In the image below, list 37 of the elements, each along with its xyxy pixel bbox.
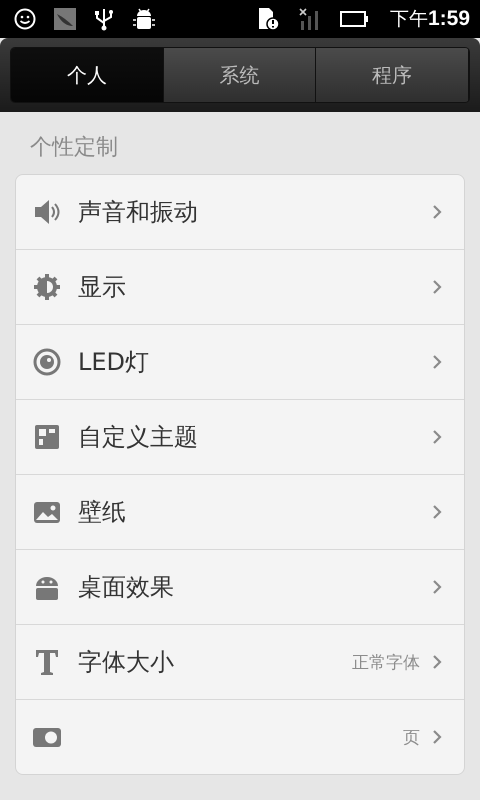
- smiley-icon: [14, 8, 36, 30]
- row-label: 壁纸: [78, 497, 127, 528]
- target-icon: [32, 347, 62, 377]
- row-label: 显示: [78, 272, 127, 303]
- tab[interactable]: 个人: [11, 48, 164, 102]
- row-label: 字体大小: [78, 647, 175, 678]
- row-value: 正常字体: [352, 652, 420, 674]
- chevron-icon: [432, 279, 442, 295]
- chevron-icon: [432, 429, 442, 445]
- row-label: 自定义主题: [78, 422, 199, 453]
- settings-row[interactable]: 显示: [16, 249, 464, 324]
- section-header: 个性定制: [29, 134, 119, 162]
- tab[interactable]: 系统: [164, 48, 316, 102]
- android-icon: [132, 7, 156, 31]
- chevron-icon: [432, 504, 442, 520]
- grid-icon: [32, 422, 62, 452]
- row-label: LED灯: [78, 347, 150, 378]
- row-label: 桌面效果: [78, 572, 175, 603]
- settings-row[interactable]: 字体大小 正常字体: [16, 624, 464, 699]
- chevron-icon: [432, 729, 442, 745]
- speaker-icon: [32, 197, 62, 227]
- chevron-icon: [432, 579, 442, 595]
- usb-icon: [94, 7, 114, 31]
- settings-row[interactable]: 声音和振动: [16, 175, 464, 249]
- settings-row[interactable]: LED灯: [16, 324, 464, 399]
- chevron-icon: [432, 654, 442, 670]
- row-label: 声音和振动: [78, 197, 199, 228]
- brightness-icon: [32, 272, 62, 302]
- settings-row[interactable]: 桌面效果: [16, 549, 464, 624]
- tab[interactable]: 程序: [316, 48, 469, 102]
- row-value: 页: [403, 726, 420, 748]
- chevron-icon: [432, 354, 442, 370]
- settings-row[interactable]: 壁纸: [16, 474, 464, 549]
- clock-text: 下午1:59: [390, 6, 470, 32]
- settings-row[interactable]: 自定义主题: [16, 399, 464, 474]
- battery-icon: [340, 11, 368, 27]
- chevron-icon: [432, 204, 442, 220]
